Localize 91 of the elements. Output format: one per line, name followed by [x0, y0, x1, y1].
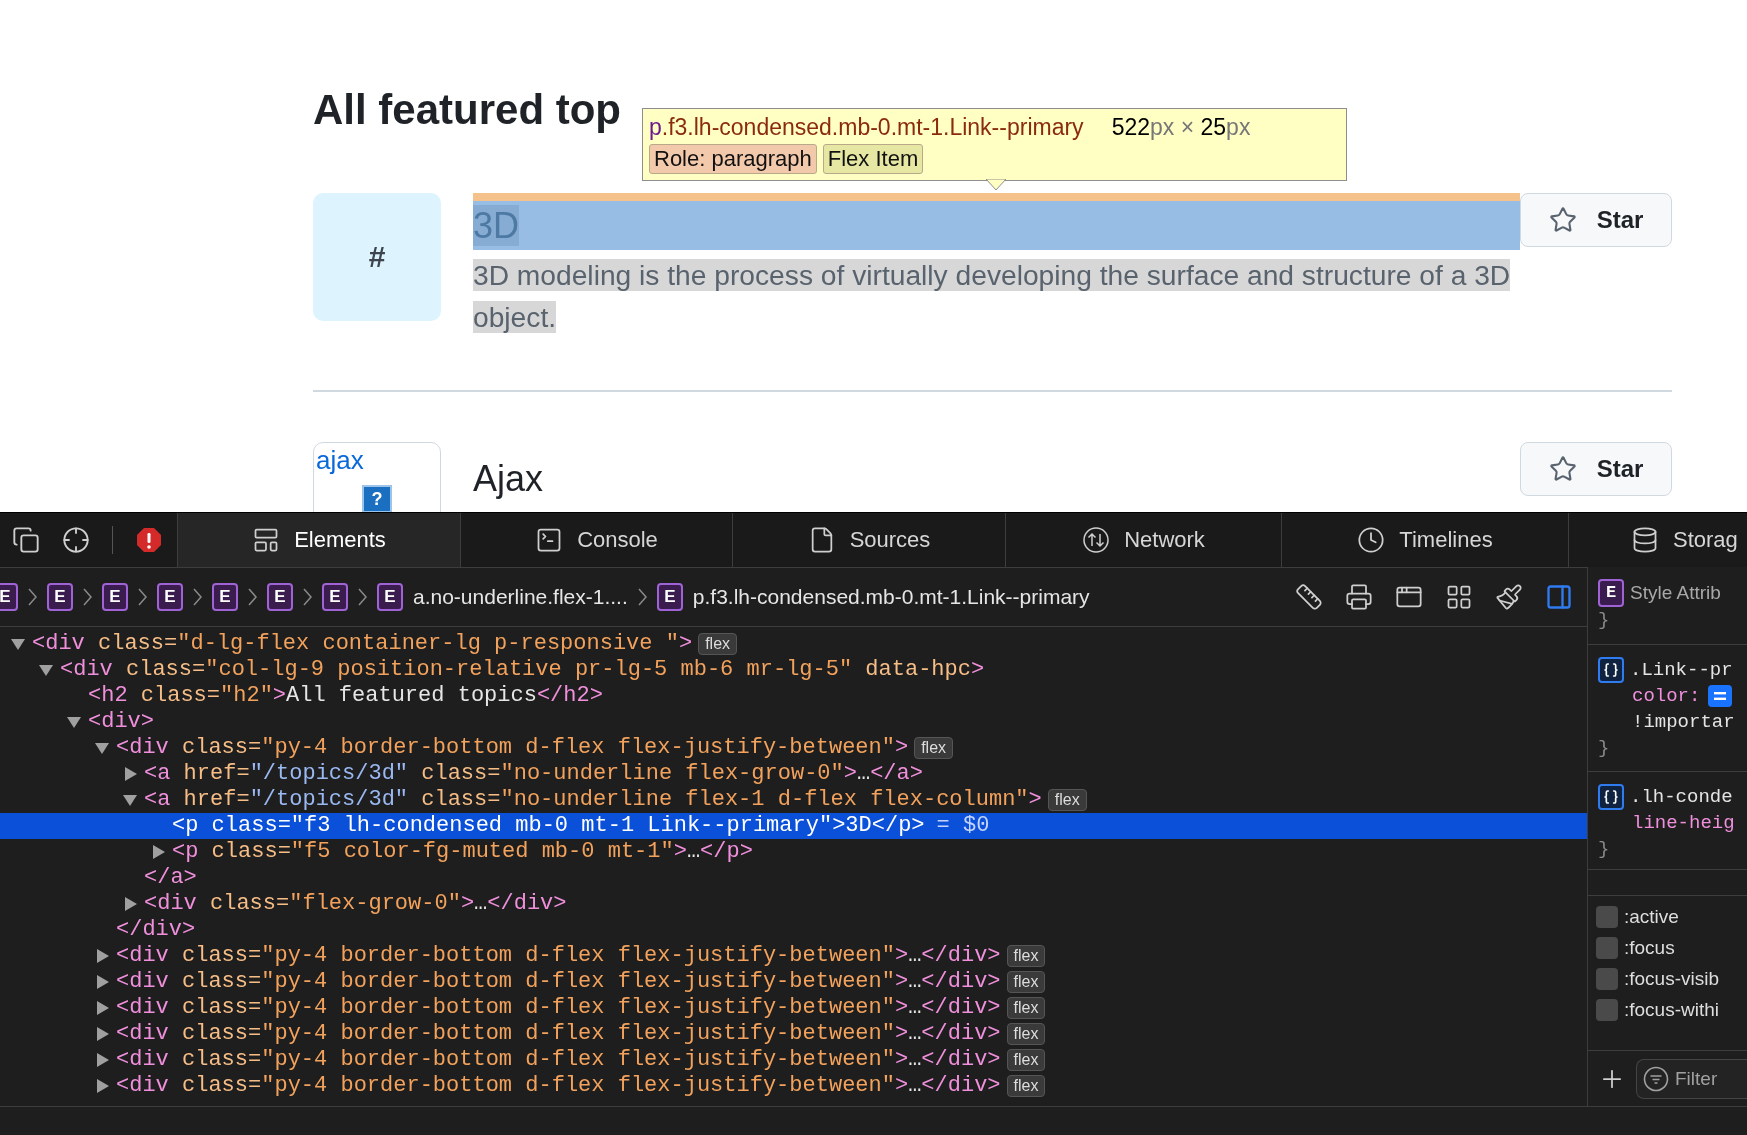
- css-value: !importar: [1632, 710, 1736, 735]
- css-selector: .Link--pr: [1630, 658, 1733, 683]
- star-button[interactable]: Star: [1520, 442, 1672, 496]
- topic-logo[interactable]: #: [313, 193, 441, 321]
- pseudo-class-toggle[interactable]: :focus-withi: [1596, 999, 1747, 1021]
- flex-badge[interactable]: flex: [1006, 1075, 1046, 1097]
- breadcrumb-item[interactable]: E p.f3.lh-condensed.mb-0.mt-1.Link--primary: [656, 583, 1090, 611]
- topic-logo[interactable]: ajax ?: [313, 442, 441, 512]
- code-line: <div class="d-lg-flex container-lg p-responsive ">: [32, 631, 693, 657]
- code-line: <div class="col-lg-9 position-relative pr-lg-5 mb-6 mr-lg-5" data-hpc>: [60, 657, 985, 683]
- element-badge: E: [377, 583, 403, 611]
- css-property: line-heig: [1632, 812, 1735, 834]
- devtools-tab[interactable]: Timelines: [1281, 513, 1568, 567]
- dom-tree-row[interactable]: <div class="py-4 border-bottom d-flex flex-justify-between"> flex: [0, 735, 1587, 761]
- flex-badge[interactable]: flex: [1047, 789, 1087, 811]
- dom-tree-row[interactable]: <div class="py-4 border-bottom d-flex flex-justify-between">…</div> flex: [0, 969, 1587, 995]
- code-line: <h2 class="h2">All featured topics</h2>: [88, 683, 603, 709]
- code-line: </a>: [144, 865, 197, 891]
- dom-tree-row[interactable]: <a href="/topics/3d" class="no-underline flex-grow-0">…</a>: [0, 761, 1587, 787]
- css-selector: .lh-conde: [1630, 785, 1733, 810]
- devtools-tab[interactable]: Sources: [732, 513, 1005, 567]
- dom-tree-row[interactable]: <a href="/topics/3d" class="no-underline flex-1 d-flex flex-column"> flex: [0, 787, 1587, 813]
- flex-badge[interactable]: flex: [1006, 997, 1046, 1019]
- filter-field[interactable]: Filter: [1636, 1058, 1747, 1099]
- dom-tree-row[interactable]: </a>: [0, 865, 1587, 891]
- breadcrumb-item[interactable]: E a.no-underline.flex-1....: [377, 583, 628, 611]
- flex-badge[interactable]: flex: [1006, 1023, 1046, 1045]
- dom-tree-row[interactable]: <div>: [0, 709, 1587, 735]
- flex-badge[interactable]: flex: [1006, 971, 1046, 993]
- pseudo-class-toggle[interactable]: :active: [1596, 906, 1747, 928]
- breadcrumb-item[interactable]: E: [157, 583, 183, 611]
- breadcrumb-item[interactable]: E: [0, 583, 18, 611]
- code-line: <div class="py-4 border-bottom d-flex flex-justify-between">…</div>: [116, 1021, 1001, 1047]
- code-line: <div class="py-4 border-bottom d-flex flex-justify-between">…</div>: [116, 1047, 1001, 1073]
- dom-tree-row[interactable]: <div class="d-lg-flex container-lg p-responsive "> flex: [0, 631, 1587, 657]
- element-badge: E: [656, 583, 683, 611]
- topic-title[interactable]: Ajax: [473, 446, 1520, 503]
- dom-tree-row[interactable]: <div class="py-4 border-bottom d-flex flex-justify-between">…</div> flex: [0, 1021, 1587, 1047]
- dom-tree-row[interactable]: <div class="py-4 border-bottom d-flex flex-justify-between">…</div> flex: [0, 995, 1587, 1021]
- css-property: color:: [1632, 685, 1701, 707]
- code-line: <div>: [88, 709, 154, 735]
- dom-tree-row[interactable]: <p class="f5 color-fg-muted mb-0 mt-1">…</p>: [0, 839, 1587, 865]
- code-line: <a href="/topics/3d" class="no-underline flex-1 d-flex flex-column">: [144, 787, 1042, 813]
- dom-tree-row[interactable]: <div class="py-4 border-bottom d-flex flex-justify-between">…</div> flex: [0, 1073, 1587, 1099]
- code-line: <div class="py-4 border-bottom d-flex flex-justify-between">…</div>: [116, 943, 1001, 969]
- topic-description: 3D modeling is the process of virtually developing the surface and structure of a 3D object.: [473, 258, 1512, 335]
- broken-image-icon: ?: [362, 485, 392, 512]
- flex-badge[interactable]: flex: [1006, 945, 1046, 967]
- code-line: <div class="py-4 border-bottom d-flex flex-justify-between">…</div>: [116, 995, 1001, 1021]
- breadcrumb-item[interactable]: E: [267, 583, 293, 611]
- star-button[interactable]: Star: [1520, 193, 1672, 247]
- devtools-tab[interactable]: Elements: [177, 513, 460, 567]
- closing-brace: }: [1598, 608, 1611, 633]
- dom-tree-row[interactable]: <h2 class="h2">All featured topics</h2>: [0, 683, 1587, 709]
- code-line: <p class="f3 lh-condensed mb-0 mt-1 Link--primary">3D</p>: [172, 813, 925, 839]
- code-line: <p class="f5 color-fg-muted mb-0 mt-1">…</p>: [172, 839, 753, 865]
- devtools-tab[interactable]: Network: [1005, 513, 1281, 567]
- flex-badge[interactable]: flex: [698, 633, 738, 655]
- closing-brace: }: [1598, 837, 1611, 862]
- element-selector: p.f3.lh-condensed.mb-0.mt-1.Link--primary: [649, 113, 1084, 142]
- flex-badge[interactable]: flex: [914, 737, 954, 759]
- logo-alt-link[interactable]: ajax: [314, 443, 364, 477]
- pseudo-class-toggle[interactable]: :focus-visib: [1596, 968, 1747, 990]
- dom-tree-row[interactable]: <div class="py-4 border-bottom d-flex flex-justify-between">…</div> flex: [0, 1047, 1587, 1073]
- flex-badge[interactable]: flex: [1006, 1049, 1046, 1071]
- dom-tree-row[interactable]: <div class="col-lg-9 position-relative pr-lg-5 mb-6 mr-lg-5" data-hpc>: [0, 657, 1587, 683]
- console-reference: = $0: [936, 813, 990, 839]
- breadcrumb-item[interactable]: E: [47, 583, 73, 611]
- code-line: <div class="py-4 border-bottom d-flex flex-justify-between">…</div>: [116, 1073, 1001, 1099]
- breadcrumb-item[interactable]: E: [212, 583, 238, 611]
- code-line: <a href="/topics/3d" class="no-underline flex-grow-0">…</a>: [144, 761, 923, 787]
- dom-tree-row[interactable]: <div class="flex-grow-0">…</div>: [0, 891, 1587, 917]
- element-size: 522px × 25px: [1111, 113, 1251, 142]
- code-line: <div class="py-4 border-bottom d-flex flex-justify-between">: [116, 735, 909, 761]
- dom-tree-row[interactable]: </div>: [0, 917, 1587, 943]
- closing-brace: }: [1598, 736, 1611, 761]
- code-line: <div class="flex-grow-0">…</div>: [144, 891, 567, 917]
- devtools-tab[interactable]: Storag: [1568, 513, 1747, 567]
- code-line: </div>: [116, 917, 196, 943]
- style-section-title: Style Attrib: [1630, 581, 1721, 605]
- breadcrumb-item[interactable]: E: [102, 583, 128, 611]
- page-heading: All featured top: [313, 85, 621, 135]
- dom-tree-row[interactable]: <div class="py-4 border-bottom d-flex flex-justify-between">…</div> flex: [0, 943, 1587, 969]
- element-badge: E: [1598, 579, 1624, 607]
- dom-tree-row[interactable]: <p class="f3 lh-condensed mb-0 mt-1 Link--primary">3D</p> = $0: [0, 813, 1587, 839]
- devtools-tab[interactable]: Console: [460, 513, 732, 567]
- breadcrumb-item[interactable]: E: [322, 583, 348, 611]
- code-line: <div class="py-4 border-bottom d-flex flex-justify-between">…</div>: [116, 969, 1001, 995]
- tooltip-badge: Role: paragraph: [649, 144, 817, 174]
- pseudo-class-toggle[interactable]: :focus: [1596, 937, 1747, 959]
- tooltip-badge: Flex Item: [822, 144, 924, 174]
